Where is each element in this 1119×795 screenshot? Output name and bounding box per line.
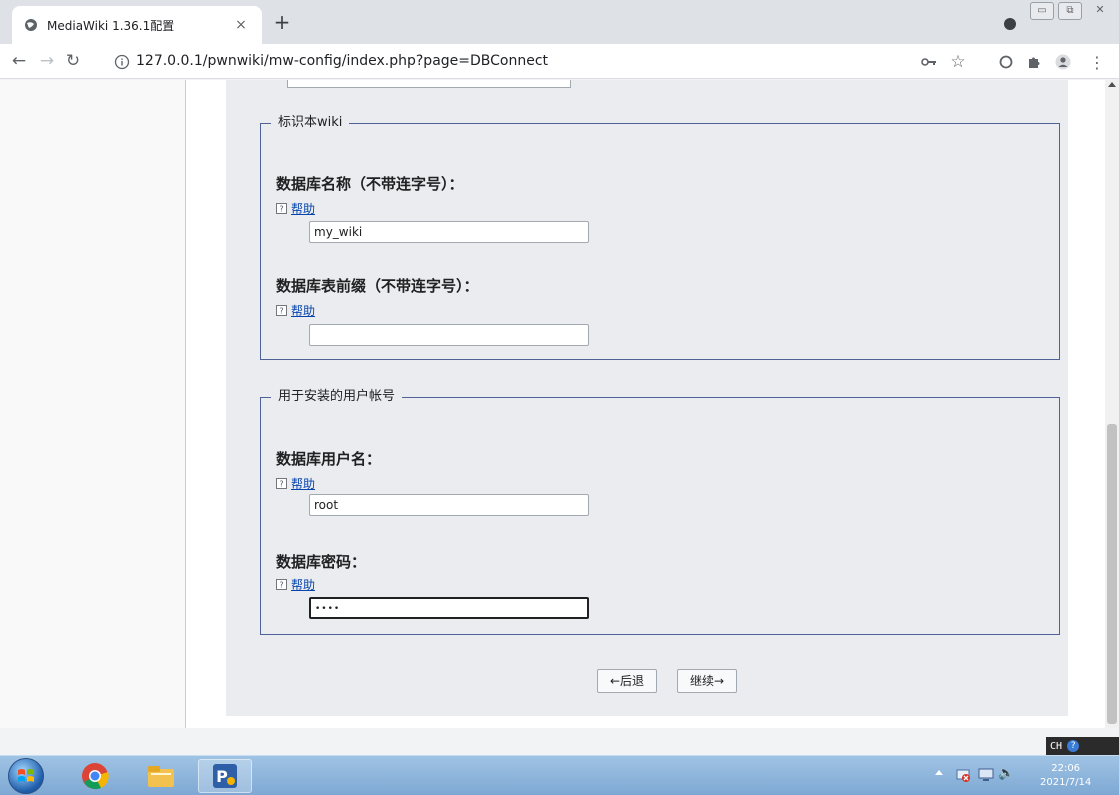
db-name-input[interactable]: my_wiki xyxy=(309,221,589,243)
tab-title: MediaWiki 1.36.1配置 xyxy=(47,18,175,33)
back-button[interactable]: ←后退 xyxy=(597,669,657,693)
help-box-icon: ? xyxy=(276,478,287,489)
extension-circle-icon[interactable] xyxy=(997,53,1015,71)
chrome-taskbar-icon[interactable] xyxy=(68,759,122,793)
key-icon[interactable] xyxy=(920,53,938,71)
help-box-icon: ? xyxy=(276,305,287,316)
maximize-button[interactable]: ⧉ xyxy=(1058,2,1082,20)
svg-text:?: ? xyxy=(279,307,283,316)
browser-tabstrip: MediaWiki 1.36.1配置 × + ▭ ⧉ ✕ xyxy=(0,0,1119,44)
back-arrow-icon[interactable]: ← xyxy=(8,50,30,72)
tray-expand-icon[interactable] xyxy=(935,770,943,775)
continue-button[interactable]: 继续→ xyxy=(677,669,737,693)
db-password-help: ? 帮助 xyxy=(276,576,315,593)
address-bar[interactable]: 127.0.0.1/pwnwiki/mw-config/index.php?pa… xyxy=(114,49,954,74)
ime-lang-label: CH xyxy=(1050,740,1063,752)
star-icon[interactable]: ☆ xyxy=(949,52,967,72)
db-name-help-link[interactable]: 帮助 xyxy=(291,200,315,217)
windows-taskbar: P 🔈 22:06 2021/7/14 xyxy=(0,755,1119,795)
volume-icon[interactable]: 🔈 xyxy=(998,766,1014,784)
forward-arrow-icon[interactable]: → xyxy=(36,50,58,72)
help-box-icon: ? xyxy=(276,579,287,590)
db-password-input[interactable]: •••• xyxy=(309,597,589,619)
system-clock[interactable]: 22:06 2021/7/14 xyxy=(1040,762,1091,790)
db-name-label: 数据库名称（不带连字号）： xyxy=(276,175,464,193)
db-user-help-link[interactable]: 帮助 xyxy=(291,475,315,492)
scroll-thumb[interactable] xyxy=(1107,424,1117,724)
window-close-button[interactable]: ✕ xyxy=(1090,2,1110,20)
globe-icon xyxy=(24,18,38,32)
chrome-profile-icon[interactable] xyxy=(1004,18,1016,30)
fieldset-identify-wiki: 标识本wiki 数据库名称（不带连字号）： ? 帮助 my_wiki 数据库表前… xyxy=(260,114,1060,360)
svg-text:?: ? xyxy=(279,581,283,590)
svg-text:?: ? xyxy=(279,205,283,214)
clock-time: 22:06 xyxy=(1051,763,1081,774)
fieldset-legend: 用于安装的用户帐号 xyxy=(271,388,403,406)
url-text: 127.0.0.1/pwnwiki/mw-config/index.php?pa… xyxy=(136,53,549,69)
db-prefix-label: 数据库表前缀（不带连字号）： xyxy=(276,277,479,295)
db-password-help-link[interactable]: 帮助 xyxy=(291,576,315,593)
info-icon[interactable] xyxy=(114,54,130,70)
help-box-icon: ? xyxy=(276,203,287,214)
db-password-label: 数据库密码： xyxy=(276,553,367,571)
fieldset-legend: 标识本wiki xyxy=(271,114,350,132)
browser-tab[interactable]: MediaWiki 1.36.1配置 × xyxy=(12,6,262,44)
page-viewport: 标识本wiki 数据库名称（不带连字号）： ? 帮助 my_wiki 数据库表前… xyxy=(0,80,1119,728)
svg-text:?: ? xyxy=(279,480,283,489)
browser-toolbar: ← → ↻ 127.0.0.1/pwnwiki/mw-config/index.… xyxy=(0,44,1119,79)
page-scrollbar[interactable] xyxy=(1105,80,1119,728)
display-icon[interactable] xyxy=(978,767,994,783)
puzzle-icon[interactable] xyxy=(1025,53,1043,71)
network-error-icon[interactable] xyxy=(955,767,971,783)
db-prefix-help-link[interactable]: 帮助 xyxy=(291,302,315,319)
db-user-help: ? 帮助 xyxy=(276,475,315,492)
scroll-up-arrow-icon[interactable] xyxy=(1108,82,1116,87)
ime-language-bar[interactable]: CH ? xyxy=(1046,737,1119,755)
ime-help-icon[interactable]: ? xyxy=(1067,740,1080,752)
new-tab-button[interactable]: + xyxy=(270,11,294,35)
profile-avatar-icon[interactable] xyxy=(1054,53,1072,71)
db-prefix-input[interactable] xyxy=(309,324,589,346)
minimize-button[interactable]: ▭ xyxy=(1030,2,1054,20)
db-prefix-help: ? 帮助 xyxy=(276,302,315,319)
db-name-help: ? 帮助 xyxy=(276,200,315,217)
file-explorer-taskbar-icon[interactable] xyxy=(134,759,188,793)
db-user-label: 数据库用户名： xyxy=(276,450,382,468)
windows-start-icon[interactable] xyxy=(8,758,44,794)
previous-field-input[interactable] xyxy=(287,80,571,88)
reload-icon[interactable]: ↻ xyxy=(62,50,84,72)
php-app-taskbar-icon[interactable]: P xyxy=(198,759,252,793)
sidebar xyxy=(0,80,186,728)
fieldset-install-account: 用于安装的用户帐号 数据库用户名： ? 帮助 root 数据库密码： ? 帮助 … xyxy=(260,388,1060,635)
db-user-input[interactable]: root xyxy=(309,494,589,516)
config-panel: 标识本wiki 数据库名称（不带连字号）： ? 帮助 my_wiki 数据库表前… xyxy=(226,80,1068,716)
menu-kebab-icon[interactable]: ⋮ xyxy=(1088,53,1106,72)
svg-text:P: P xyxy=(216,767,228,786)
clock-date: 2021/7/14 xyxy=(1040,777,1092,788)
tab-close-icon[interactable]: × xyxy=(232,17,250,33)
